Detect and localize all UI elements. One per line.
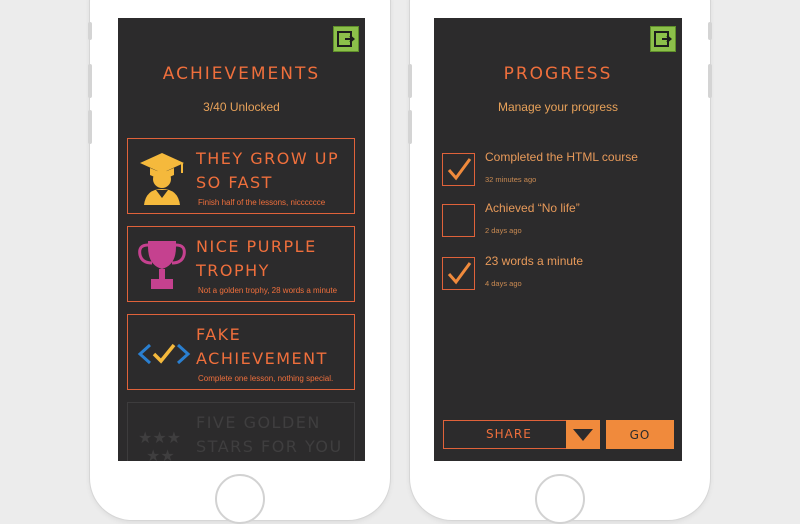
progress-timestamp: 32 minutes ago [485,175,537,184]
checkbox-unchecked[interactable] [442,204,475,237]
go-button[interactable]: GO [606,420,674,449]
achievement-title: Fake achievement [196,325,328,368]
phone-side-button [708,22,712,40]
exit-icon [337,31,355,47]
page-title: PROGRESS [503,64,613,84]
home-button-right[interactable] [535,474,585,524]
achievements-screen: ACHIEVEMENTS 3/40 Unlocked They grow up … [118,18,365,461]
exit-button-right[interactable] [650,26,676,52]
progress-item: Completed the HTML course 32 minutes ago [442,150,674,199]
home-button-left[interactable] [215,474,265,524]
achievement-card[interactable]: Fake achievement Complete one lesson, no… [127,314,355,390]
phone-volume-up-button [88,64,92,98]
checkbox-checked[interactable] [442,257,475,290]
unlocked-count: 3/40 Unlocked [203,100,280,114]
checkmark-icon [447,158,472,181]
progress-timestamp: 2 days ago [485,226,522,235]
phone-volume-button [408,110,412,144]
progress-label: 23 words a minute [485,254,584,268]
phone-volume-down-button [88,110,92,144]
progress-item: Achieved “No life” 2 days ago [442,201,674,250]
checkmark-icon [447,262,472,285]
achievement-title: They grow up so fast [196,149,340,192]
progress-timestamp: 4 days ago [485,279,522,288]
progress-item: 23 words a minute 4 days ago [442,254,674,303]
achievement-description: Finish half of the lessons, nicccccce [198,198,326,207]
trophy-icon [136,237,192,293]
stars-icon: ★★★ ★★ [136,413,192,461]
progress-screen: PROGRESS Manage your progress Completed … [434,18,682,461]
svg-text:★★★: ★★★ [138,428,181,447]
checkbox-checked[interactable] [442,153,475,186]
share-dropdown[interactable]: SHARE [443,420,600,449]
achievement-title: Nice purple trophy [196,237,317,280]
svg-text:★★: ★★ [146,446,175,461]
achievement-title: Five golden stars for you [196,413,343,456]
share-label: SHARE [486,427,532,441]
phone-side-button [88,22,92,40]
phone-volume-up-button [708,64,712,98]
achievement-card[interactable]: They grow up so fast Finish half of the … [127,138,355,214]
chevron-down-icon [573,428,593,441]
graduate-icon [136,149,192,205]
progress-label: Completed the HTML course [485,150,638,164]
achievement-description: Complete one lesson, nothing special. [198,374,334,383]
page-subtitle: Manage your progress [497,100,619,114]
phone-volume-button [408,64,412,98]
achievement-description: Not a golden trophy, 28 words a minute [198,286,338,295]
achievement-card[interactable]: Nice purple trophy Not a golden trophy, … [127,226,355,302]
code-check-icon [136,325,192,381]
exit-button-left[interactable] [333,26,359,52]
exit-icon [654,31,672,47]
page-title: ACHIEVEMENTS [162,64,321,84]
progress-label: Achieved “No life” [485,201,580,215]
achievement-card-locked[interactable]: ★★★ ★★ Five golden stars for you [127,402,355,461]
dropdown-arrow[interactable] [566,420,600,449]
